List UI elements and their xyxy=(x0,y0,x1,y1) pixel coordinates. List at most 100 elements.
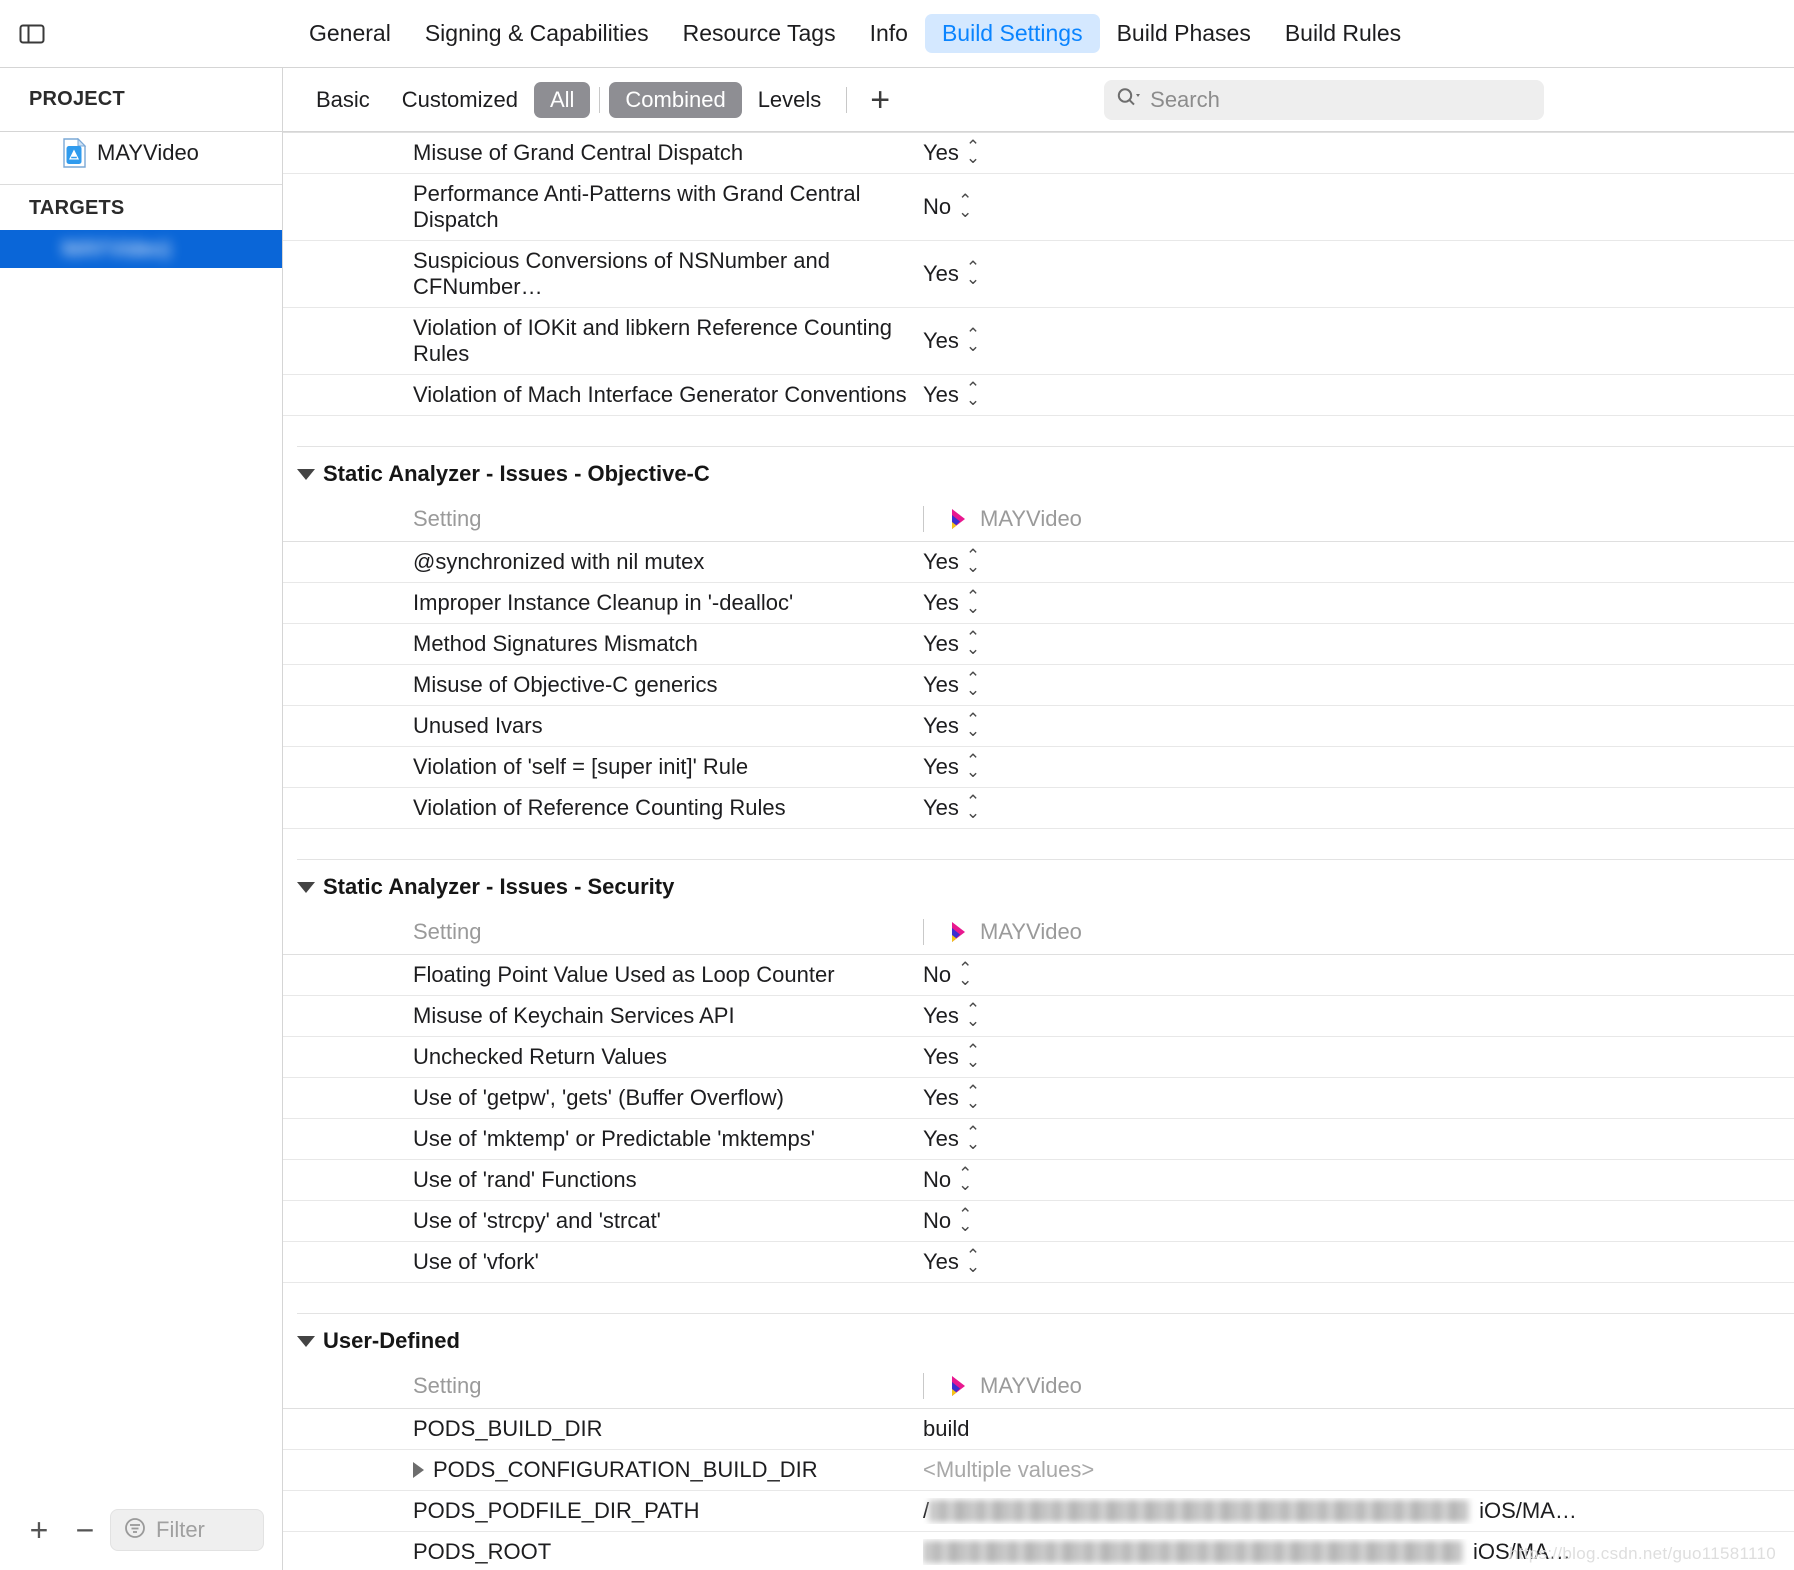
stepper-icon[interactable]: ⌃ ⌄ xyxy=(966,1125,980,1152)
settings-row[interactable]: Violation of Mach Interface Generator Co… xyxy=(283,374,1794,416)
settings-row[interactable]: Use of 'getpw', 'gets' (Buffer Overflow)… xyxy=(283,1077,1794,1119)
column-header-setting[interactable]: Setting xyxy=(283,912,923,955)
settings-row[interactable]: Performance Anti-Patterns with Grand Cen… xyxy=(283,173,1794,241)
filter-levels[interactable]: Levels xyxy=(742,82,838,118)
stepper-icon[interactable]: ⌃ ⌄ xyxy=(966,753,980,780)
add-build-setting-button[interactable]: + xyxy=(856,83,904,117)
setting-value-cell[interactable]: No ⌃ ⌄ xyxy=(923,1159,1794,1201)
settings-row[interactable]: PODS_ROOT iOS/MA… xyxy=(283,1531,1794,1570)
tab-signing-capabilities[interactable]: Signing & Capabilities xyxy=(408,14,666,53)
settings-row[interactable]: Suspicious Conversions of NSNumber and C… xyxy=(283,240,1794,308)
toggle-navigator-button[interactable] xyxy=(0,22,64,46)
tab-build-rules[interactable]: Build Rules xyxy=(1268,14,1418,53)
stepper-icon[interactable]: ⌃ ⌄ xyxy=(958,193,972,220)
settings-row[interactable]: Unchecked Return Values Yes ⌃ ⌄ xyxy=(283,1036,1794,1078)
settings-row[interactable]: Violation of IOKit and libkern Reference… xyxy=(283,307,1794,375)
settings-row[interactable]: Use of 'mktemp' or Predictable 'mktemps'… xyxy=(283,1118,1794,1160)
setting-value-cell[interactable]: build xyxy=(923,1408,1794,1450)
setting-value-cell[interactable]: Yes ⌃ ⌄ xyxy=(923,664,1794,706)
chevron-down-icon[interactable] xyxy=(297,468,315,480)
stepper-icon[interactable]: ⌃ ⌄ xyxy=(966,548,980,575)
setting-value-cell[interactable]: No ⌃ ⌄ xyxy=(923,954,1794,996)
settings-row[interactable]: Misuse of Grand Central Dispatch Yes ⌃ ⌄ xyxy=(283,133,1794,174)
tab-general[interactable]: General xyxy=(292,14,408,53)
setting-value-cell[interactable]: Yes ⌃ ⌄ xyxy=(923,307,1794,375)
settings-row[interactable]: Use of 'vfork' Yes ⌃ ⌄ xyxy=(283,1241,1794,1283)
filter-all[interactable]: All xyxy=(533,81,591,118)
stepper-icon[interactable]: ⌃ ⌄ xyxy=(966,381,980,408)
column-header-target[interactable]: MAYVideo xyxy=(923,499,1794,542)
stepper-icon[interactable]: ⌃ ⌄ xyxy=(966,1043,980,1070)
section-header-user-defined[interactable]: User-Defined xyxy=(283,1314,1794,1366)
filter-customized[interactable]: Customized xyxy=(386,82,534,118)
setting-value-cell[interactable]: iOS/MA… xyxy=(923,1531,1794,1570)
settings-row[interactable]: @synchronized with nil mutex Yes ⌃ ⌄ xyxy=(283,541,1794,583)
setting-value-cell[interactable]: / iOS/MA… xyxy=(923,1490,1794,1532)
settings-row[interactable]: PODS_CONFIGURATION_BUILD_DIR <Multiple va… xyxy=(283,1449,1794,1491)
chevron-right-icon[interactable] xyxy=(413,1462,424,1478)
stepper-icon[interactable]: ⌃ ⌄ xyxy=(966,630,980,657)
filter-basic[interactable]: Basic xyxy=(300,82,386,118)
settings-row[interactable]: PODS_PODFILE_DIR_PATH / iOS/MA… xyxy=(283,1490,1794,1532)
settings-row[interactable]: Misuse of Objective-C generics Yes ⌃ ⌄ xyxy=(283,664,1794,706)
setting-value-cell[interactable]: Yes ⌃ ⌄ xyxy=(923,995,1794,1037)
setting-value-cell[interactable]: Yes ⌃ ⌄ xyxy=(923,623,1794,665)
column-header-setting[interactable]: Setting xyxy=(283,499,923,542)
stepper-icon[interactable]: ⌃ ⌄ xyxy=(958,1166,972,1193)
tab-info[interactable]: Info xyxy=(853,14,925,53)
stepper-icon[interactable]: ⌃ ⌄ xyxy=(966,794,980,821)
settings-row[interactable]: Misuse of Keychain Services API Yes ⌃ ⌄ xyxy=(283,995,1794,1037)
tab-resource-tags[interactable]: Resource Tags xyxy=(666,14,853,53)
stepper-icon[interactable]: ⌃ ⌄ xyxy=(966,139,980,166)
stepper-icon[interactable]: ⌃ ⌄ xyxy=(966,260,980,287)
stepper-icon[interactable]: ⌃ ⌄ xyxy=(966,671,980,698)
setting-value-cell[interactable]: Yes ⌃ ⌄ xyxy=(923,582,1794,624)
remove-target-button[interactable]: − xyxy=(64,1512,106,1549)
setting-value-cell[interactable]: Yes ⌃ ⌄ xyxy=(923,1118,1794,1160)
settings-row[interactable]: Use of 'strcpy' and 'strcat' No ⌃ ⌄ xyxy=(283,1200,1794,1242)
setting-value-cell[interactable]: Yes ⌃ ⌄ xyxy=(923,746,1794,788)
sidebar-item-target-mayvideo[interactable]: MAYVideo) xyxy=(0,230,282,268)
setting-value-cell[interactable]: Yes ⌃ ⌄ xyxy=(923,1077,1794,1119)
setting-value-cell[interactable]: Yes ⌃ ⌄ xyxy=(923,133,1794,174)
setting-value-cell[interactable]: Yes ⌃ ⌄ xyxy=(923,705,1794,747)
stepper-icon[interactable]: ⌃ ⌄ xyxy=(958,1207,972,1234)
settings-row[interactable]: Violation of 'self = [super init]' Rule Y… xyxy=(283,746,1794,788)
setting-value-cell[interactable]: Yes ⌃ ⌄ xyxy=(923,1241,1794,1283)
column-header-target[interactable]: MAYVideo xyxy=(923,912,1794,955)
settings-row[interactable]: Method Signatures Mismatch Yes ⌃ ⌄ xyxy=(283,623,1794,665)
setting-value-cell[interactable]: Yes ⌃ ⌄ xyxy=(923,541,1794,583)
settings-row[interactable]: Violation of Reference Counting Rules Yes… xyxy=(283,787,1794,829)
stepper-icon[interactable]: ⌃ ⌄ xyxy=(966,1248,980,1275)
settings-row[interactable]: Use of 'rand' Functions No ⌃ ⌄ xyxy=(283,1159,1794,1201)
setting-value-cell[interactable]: Yes ⌃ ⌄ xyxy=(923,1036,1794,1078)
setting-value-cell[interactable]: Yes ⌃ ⌄ xyxy=(923,374,1794,416)
section-header-security[interactable]: Static Analyzer - Issues - Security xyxy=(283,860,1794,912)
build-settings-pane[interactable]: Misuse of Grand Central Dispatch Yes ⌃ ⌄ Per… xyxy=(283,132,1794,1570)
settings-row[interactable]: Unused Ivars Yes ⌃ ⌄ xyxy=(283,705,1794,747)
stepper-icon[interactable]: ⌃ ⌄ xyxy=(966,327,980,354)
chevron-down-icon[interactable] xyxy=(297,881,315,893)
search-field[interactable]: Search xyxy=(1104,79,1545,120)
column-header-target[interactable]: MAYVideo xyxy=(923,1366,1794,1409)
sidebar-item-project-mayvideo[interactable]: MAYVideo xyxy=(0,132,282,174)
setting-value-cell[interactable]: No ⌃ ⌄ xyxy=(923,1200,1794,1242)
stepper-icon[interactable]: ⌃ ⌄ xyxy=(958,961,972,988)
chevron-down-icon[interactable] xyxy=(297,1335,315,1347)
stepper-icon[interactable]: ⌃ ⌄ xyxy=(966,712,980,739)
setting-value-cell[interactable]: <Multiple values> xyxy=(923,1449,1794,1491)
settings-row[interactable]: PODS_BUILD_DIR build xyxy=(283,1408,1794,1450)
setting-value-cell[interactable]: Yes ⌃ ⌄ xyxy=(923,240,1794,308)
sidebar-filter-field[interactable]: Filter xyxy=(110,1509,264,1551)
tab-build-settings[interactable]: Build Settings xyxy=(924,14,1100,53)
settings-row[interactable]: Floating Point Value Used as Loop Counte… xyxy=(283,954,1794,996)
tab-build-phases[interactable]: Build Phases xyxy=(1100,14,1268,53)
column-header-setting[interactable]: Setting xyxy=(283,1366,923,1409)
filter-combined[interactable]: Combined xyxy=(609,81,742,118)
settings-row[interactable]: Improper Instance Cleanup in '-dealloc' Y… xyxy=(283,582,1794,624)
setting-value-cell[interactable]: No ⌃ ⌄ xyxy=(923,173,1794,241)
add-target-button[interactable]: + xyxy=(18,1512,60,1549)
stepper-icon[interactable]: ⌃ ⌄ xyxy=(966,1002,980,1029)
stepper-icon[interactable]: ⌃ ⌄ xyxy=(966,589,980,616)
setting-value-cell[interactable]: Yes ⌃ ⌄ xyxy=(923,787,1794,829)
